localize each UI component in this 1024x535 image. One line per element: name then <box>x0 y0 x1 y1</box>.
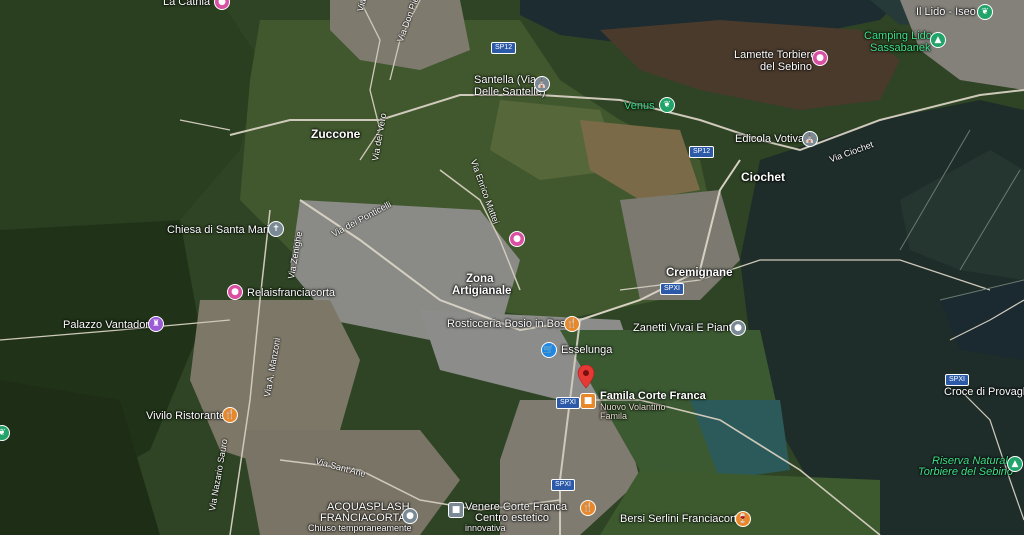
road-shield: SPXI <box>945 374 969 386</box>
label-chiesa[interactable]: Chiesa di Santa Maria <box>167 224 275 236</box>
label-lamette-2: del Sebino <box>760 61 812 73</box>
road-shield: SPXI <box>551 479 575 491</box>
label-zanetti[interactable]: Zanetti Vivai E Piante <box>633 322 738 334</box>
road-shield: SP12 <box>491 42 517 54</box>
label-bersi[interactable]: Bersi Serlini Franciacorta <box>620 513 743 525</box>
leaf-icon[interactable]: ❦ <box>977 4 993 20</box>
road-shield: SPXI <box>556 397 580 409</box>
road-shield: SPXI <box>660 283 684 295</box>
label-famila[interactable]: Famila Corte Franca <box>600 390 706 402</box>
label-il-lido[interactable]: Il Lido - Iseo <box>916 6 976 18</box>
church-icon[interactable]: ⛪ <box>802 131 818 147</box>
restaurant-icon[interactable]: 🍴 <box>580 500 596 516</box>
spa-icon[interactable]: ■ <box>448 502 464 518</box>
label-esselunga[interactable]: Esselunga <box>561 344 612 356</box>
label-venus[interactable]: Venus <box>624 100 655 112</box>
label-palazzo[interactable]: Palazzo Vantadori <box>63 319 151 331</box>
label-ciochet[interactable]: Ciochet <box>741 170 785 184</box>
label-famila-sub-2: Famila <box>600 411 628 421</box>
label-zona-2: Artigianale <box>452 285 512 297</box>
store-icon[interactable]: ■ <box>580 393 596 409</box>
restaurant-icon[interactable]: 🍴 <box>564 316 580 332</box>
cross-icon[interactable]: ✝ <box>268 221 284 237</box>
label-acquasplash-3: Chiuso temporaneamente <box>308 523 412 533</box>
tent-icon[interactable]: ▲ <box>930 32 946 48</box>
label-edicola[interactable]: Edicola Votiva <box>735 133 804 145</box>
map-canvas[interactable]: La Cathia ● Il Lido - Iseo ❦ Camping Lid… <box>0 0 1024 535</box>
label-santella[interactable]: Santella (Via <box>474 74 536 86</box>
label-zona[interactable]: Zona <box>466 273 493 285</box>
label-riserva-2: Torbiere del Sebino <box>918 466 1013 478</box>
label-la-cathia[interactable]: La Cathia <box>163 0 210 8</box>
label-cremignane[interactable]: Cremignane <box>666 267 732 279</box>
park-icon[interactable]: ▲ <box>1007 456 1023 472</box>
label-camping-lido[interactable]: Camping Lido <box>864 30 932 42</box>
wine-icon[interactable]: 🍷 <box>735 511 751 527</box>
pink-icon[interactable]: ● <box>509 231 525 247</box>
label-relais[interactable]: Relaisfranciacorta <box>247 287 335 299</box>
label-sassabanek: Sassabanek <box>870 42 931 54</box>
selected-location-pin-icon[interactable] <box>577 365 595 389</box>
restaurant-icon[interactable]: 🍴 <box>222 407 238 423</box>
label-vivilo[interactable]: Vivilo Ristorante <box>146 410 225 422</box>
label-croce[interactable]: Croce di Provaglio <box>944 386 1024 398</box>
label-lamette[interactable]: Lamette Torbiere <box>734 49 816 61</box>
shop-icon[interactable]: ● <box>730 320 746 336</box>
label-rosticceria[interactable]: Rosticceria Bosio in Bosio <box>447 318 574 330</box>
water-icon[interactable]: ● <box>402 508 418 524</box>
church-icon[interactable]: ⛪ <box>534 76 550 92</box>
cart-icon[interactable]: 🛒 <box>541 342 557 358</box>
leaf-icon[interactable]: ❦ <box>659 97 675 113</box>
pink-icon[interactable]: ● <box>812 50 828 66</box>
label-zuccone[interactable]: Zuccone <box>311 127 360 141</box>
road-shield: SP12 <box>689 146 715 158</box>
monument-icon[interactable]: ♜ <box>148 316 164 332</box>
hotel-icon[interactable]: ● <box>227 284 243 300</box>
label-venere-3: innovativa <box>465 523 506 533</box>
